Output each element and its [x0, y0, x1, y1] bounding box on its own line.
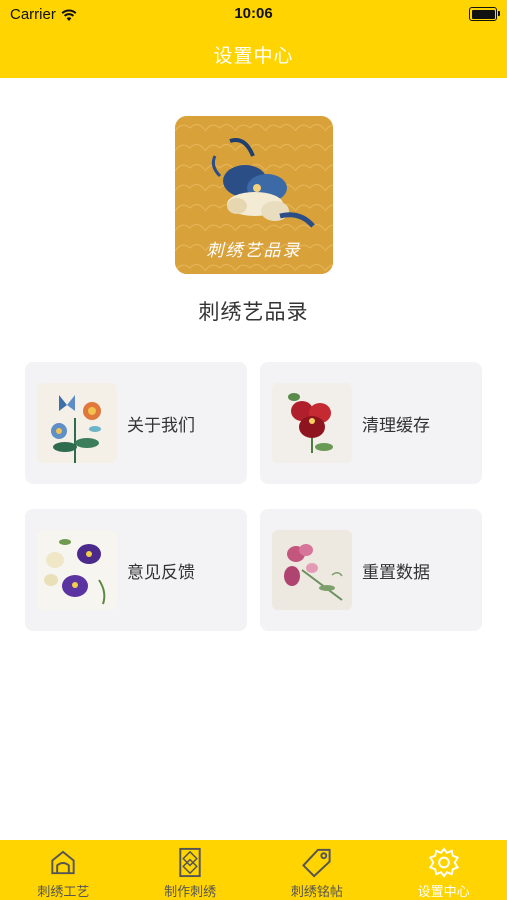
status-bar: Carrier 10:06: [0, 0, 507, 30]
about-us-card[interactable]: 关于我们: [25, 362, 247, 484]
tab-label: 制作刺绣: [164, 885, 217, 900]
tab-bar: 刺绣工艺 制作刺绣 刺绣铭帖 设置中心: [0, 840, 507, 900]
feedback-card[interactable]: 意见反馈: [25, 509, 247, 631]
battery-icon: [469, 7, 500, 21]
about-us-label: 关于我们: [127, 415, 195, 436]
tab-label: 设置中心: [417, 885, 470, 900]
tab-settings[interactable]: 设置中心: [380, 840, 507, 900]
sweetpea-thumbnail: [272, 530, 352, 610]
tab-make-embroidery[interactable]: 制作刺绣: [127, 840, 254, 900]
nav-bar: 设置中心: [0, 30, 507, 78]
logo-text: 刺绣艺品录: [206, 241, 302, 261]
pattern-frame-icon: [179, 847, 201, 878]
red-pansy-thumbnail: [272, 383, 352, 463]
reset-data-card[interactable]: 重置数据: [260, 509, 482, 631]
tag-icon: [301, 848, 331, 878]
feedback-label: 意见反馈: [127, 562, 195, 583]
home-icon: [51, 850, 76, 875]
butterfly-flowers-thumbnail: [37, 383, 117, 463]
gear-icon: [428, 847, 459, 878]
tab-label: 刺绣铭帖: [290, 885, 343, 900]
tab-embroidery-craft[interactable]: 刺绣工艺: [0, 840, 127, 900]
clear-cache-label: 清理缓存: [362, 415, 430, 436]
page-title: 设置中心: [213, 44, 294, 67]
app-name: 刺绣艺品录: [198, 300, 309, 324]
status-time: 10:06: [234, 5, 273, 22]
clear-cache-card[interactable]: 清理缓存: [260, 362, 482, 484]
tab-label: 刺绣工艺: [37, 885, 90, 900]
tab-embroidery-posts[interactable]: 刺绣铭帖: [254, 840, 381, 900]
reset-data-label: 重置数据: [362, 562, 430, 583]
purple-pansy-thumbnail: [37, 530, 117, 610]
app-logo: 刺绣艺品录: [175, 116, 333, 274]
